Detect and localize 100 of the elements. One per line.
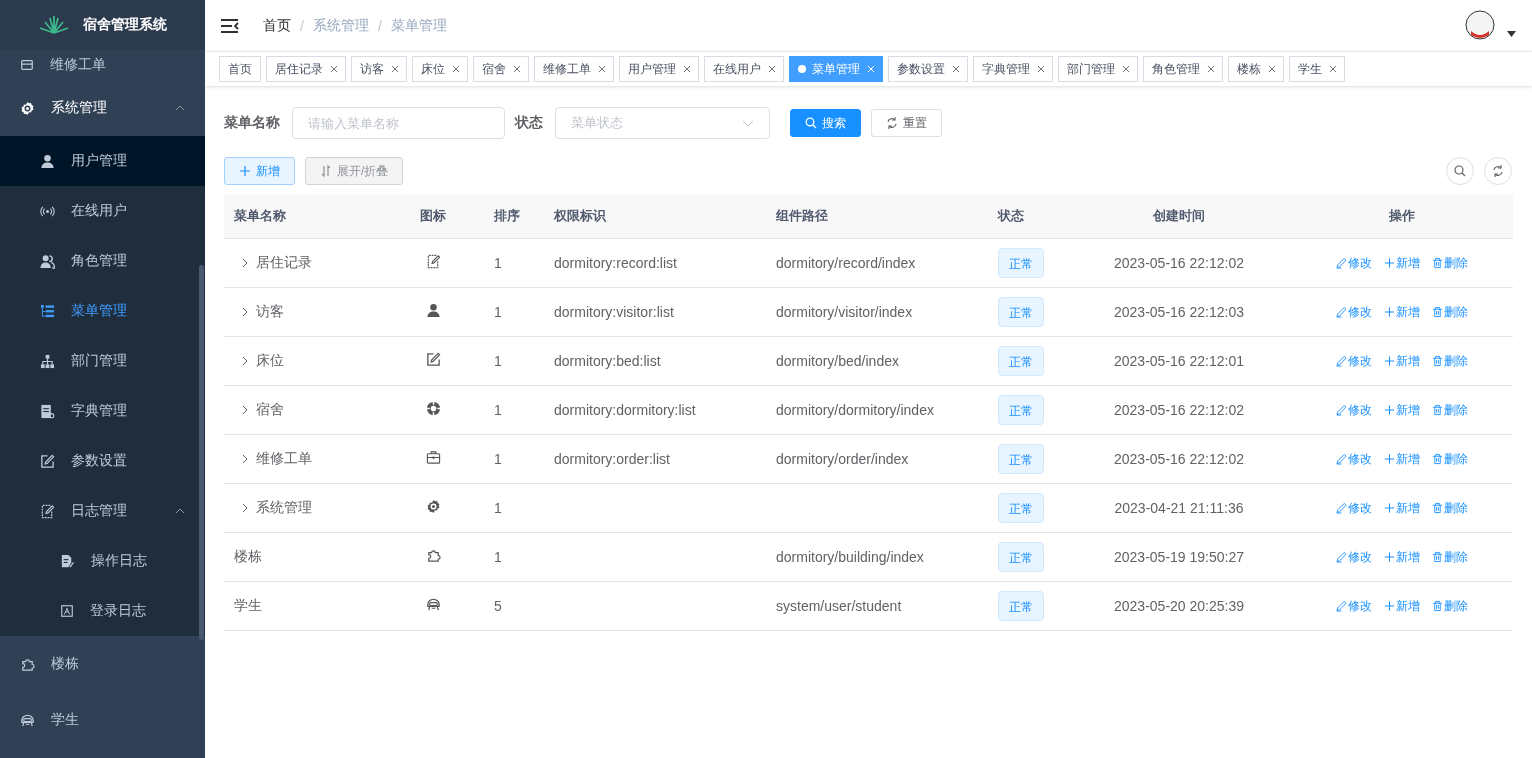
- table-cell: 1: [494, 549, 502, 565]
- expand-icon[interactable]: [242, 356, 248, 366]
- menu-item[interactable]: 在线用户: [0, 186, 205, 236]
- menu-item[interactable]: 学生: [0, 692, 205, 748]
- close-icon[interactable]: [599, 66, 605, 72]
- action-link[interactable]: 修改: [1335, 401, 1372, 419]
- tab[interactable]: 维修工单: [534, 56, 614, 82]
- tab[interactable]: 菜单管理: [789, 56, 883, 82]
- tab[interactable]: 部门管理: [1058, 56, 1138, 82]
- action-link[interactable]: 新增: [1383, 401, 1420, 419]
- action-link[interactable]: 修改: [1335, 499, 1372, 517]
- action-link[interactable]: 删除: [1431, 401, 1468, 419]
- close-icon[interactable]: [392, 66, 398, 72]
- tab[interactable]: 楼栋: [1228, 56, 1284, 82]
- breadcrumb-link[interactable]: 菜单管理: [390, 16, 447, 35]
- expand-collapse-button[interactable]: 展开/折叠: [305, 157, 404, 185]
- action-link[interactable]: 删除: [1431, 254, 1468, 272]
- input-field[interactable]: 请输入菜单名称: [292, 107, 505, 139]
- search-button[interactable]: 搜索: [790, 109, 861, 137]
- table-cell: 系统管理: [256, 499, 312, 517]
- action-link[interactable]: 删除: [1431, 352, 1468, 370]
- trash-icon: [1431, 453, 1443, 465]
- action-link[interactable]: 新增: [1383, 597, 1420, 615]
- tab[interactable]: 床位: [412, 56, 468, 82]
- close-icon[interactable]: [769, 66, 775, 72]
- menu-item[interactable]: 维修工单: [0, 50, 205, 80]
- menu-icon[interactable]: [221, 18, 239, 33]
- action-link[interactable]: 修改: [1335, 597, 1372, 615]
- trash-icon: [1431, 355, 1443, 367]
- close-icon[interactable]: [514, 66, 520, 72]
- table-cell: 访客: [256, 303, 284, 321]
- close-icon[interactable]: [1208, 66, 1214, 72]
- action-link[interactable]: 新增: [1383, 548, 1420, 566]
- action-link[interactable]: 修改: [1335, 450, 1372, 468]
- action-link[interactable]: 修改: [1335, 303, 1372, 321]
- caret-icon[interactable]: [1507, 30, 1516, 37]
- briefcase-icon: [426, 450, 441, 465]
- tab[interactable]: 在线用户: [704, 56, 784, 82]
- menu-item[interactable]: 菜单管理: [0, 286, 205, 336]
- close-icon[interactable]: [684, 66, 690, 72]
- menu-item[interactable]: 日志管理: [0, 486, 205, 536]
- tab[interactable]: 居住记录: [266, 56, 346, 82]
- menu-item[interactable]: 楼栋: [0, 636, 205, 692]
- menu-item[interactable]: 登录日志: [0, 586, 205, 636]
- table-cell: dormitory:visitor:list: [554, 304, 674, 320]
- table-cell: 床位: [256, 352, 284, 370]
- tab[interactable]: 字典管理: [973, 56, 1053, 82]
- add-button[interactable]: 新增: [224, 157, 295, 185]
- chevron-icon: [175, 507, 185, 514]
- action-link[interactable]: 新增: [1383, 254, 1420, 272]
- close-icon[interactable]: [1269, 66, 1275, 72]
- close-icon[interactable]: [1123, 66, 1129, 72]
- menu-item[interactable]: 操作日志: [0, 536, 205, 586]
- breadcrumb-link[interactable]: 首页: [263, 16, 291, 35]
- action-link[interactable]: 修改: [1335, 548, 1372, 566]
- action-link[interactable]: 新增: [1383, 450, 1420, 468]
- breadcrumb-separator: /: [300, 17, 304, 34]
- tab[interactable]: 宿舍: [473, 56, 529, 82]
- action-link[interactable]: 修改: [1335, 254, 1372, 272]
- select-field[interactable]: 菜单状态: [555, 107, 770, 139]
- status-tag: 正常: [998, 444, 1044, 474]
- action-link[interactable]: 删除: [1431, 597, 1468, 615]
- avatar[interactable]: [1463, 8, 1497, 43]
- menu-item[interactable]: 字典管理: [0, 386, 205, 436]
- action-link[interactable]: 删除: [1431, 548, 1468, 566]
- close-icon[interactable]: [453, 66, 459, 72]
- tab[interactable]: 访客: [351, 56, 407, 82]
- close-icon[interactable]: [953, 66, 959, 72]
- action-link[interactable]: 删除: [1431, 450, 1468, 468]
- menu-item[interactable]: 角色管理: [0, 236, 205, 286]
- close-icon[interactable]: [331, 66, 337, 72]
- action-link[interactable]: 新增: [1383, 499, 1420, 517]
- breadcrumb-link[interactable]: 系统管理: [312, 16, 369, 35]
- action-link[interactable]: 新增: [1383, 303, 1420, 321]
- table-cell: 2023-05-19 19:50:27: [1114, 549, 1244, 565]
- expand-icon[interactable]: [242, 454, 248, 464]
- expand-icon[interactable]: [242, 405, 248, 415]
- expand-icon[interactable]: [242, 503, 248, 513]
- expand-icon[interactable]: [242, 307, 248, 317]
- reset-button[interactable]: 重置: [871, 109, 942, 137]
- people-icon: [40, 253, 55, 269]
- menu-item[interactable]: 部门管理: [0, 336, 205, 386]
- action-link[interactable]: 删除: [1431, 303, 1468, 321]
- tab[interactable]: 首页: [219, 56, 261, 82]
- action-link[interactable]: 删除: [1431, 499, 1468, 517]
- menu-item[interactable]: 用户管理: [0, 136, 205, 186]
- scrollbar[interactable]: [199, 265, 204, 640]
- tab[interactable]: 角色管理: [1143, 56, 1223, 82]
- expand-icon[interactable]: [242, 258, 248, 268]
- edit-icon: [1335, 355, 1347, 367]
- action-link[interactable]: 新增: [1383, 352, 1420, 370]
- close-icon[interactable]: [1330, 66, 1336, 72]
- menu-item[interactable]: 参数设置: [0, 436, 205, 486]
- tab[interactable]: 参数设置: [888, 56, 968, 82]
- tab[interactable]: 学生: [1289, 56, 1345, 82]
- tab[interactable]: 用户管理: [619, 56, 699, 82]
- action-link[interactable]: 修改: [1335, 352, 1372, 370]
- menu-item[interactable]: 系统管理: [0, 80, 205, 136]
- plus-icon: [1383, 600, 1395, 612]
- close-icon[interactable]: [1038, 66, 1044, 72]
